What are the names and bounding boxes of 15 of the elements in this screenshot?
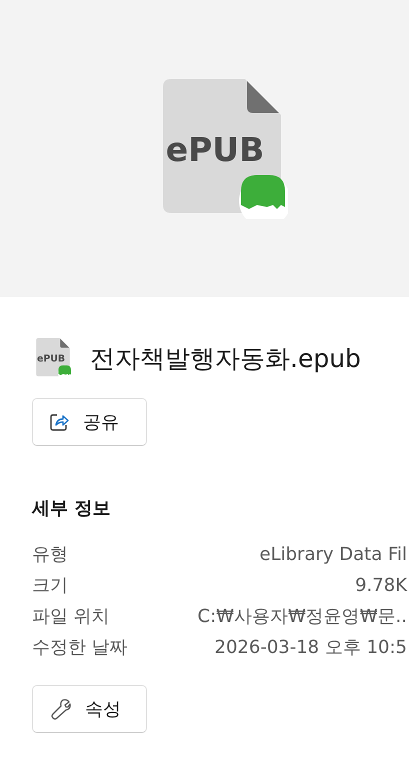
share-button[interactable]: 공유 [32,398,147,446]
detail-value: eLibrary Data Fil [260,543,407,567]
epub-file-icon: ePUB [34,338,72,378]
section-title: 세부 정보 [32,497,112,521]
wrench-icon [49,698,71,720]
detail-label: 수정한 날짜 [32,636,128,660]
detail-label: 파일 위치 [32,605,111,629]
detail-label: 크기 [32,574,69,598]
file-name: 전자책발행자동화.epub [90,342,361,374]
detail-value: C:₩사용자₩정윤영₩문.. [198,605,407,629]
detail-label: 유형 [32,543,69,567]
properties-button[interactable]: 속성 [32,685,147,733]
share-icon [49,412,69,432]
detail-value: 9.78K [355,574,407,598]
detail-value: 2026-03-18 오후 10:5 [214,636,407,660]
